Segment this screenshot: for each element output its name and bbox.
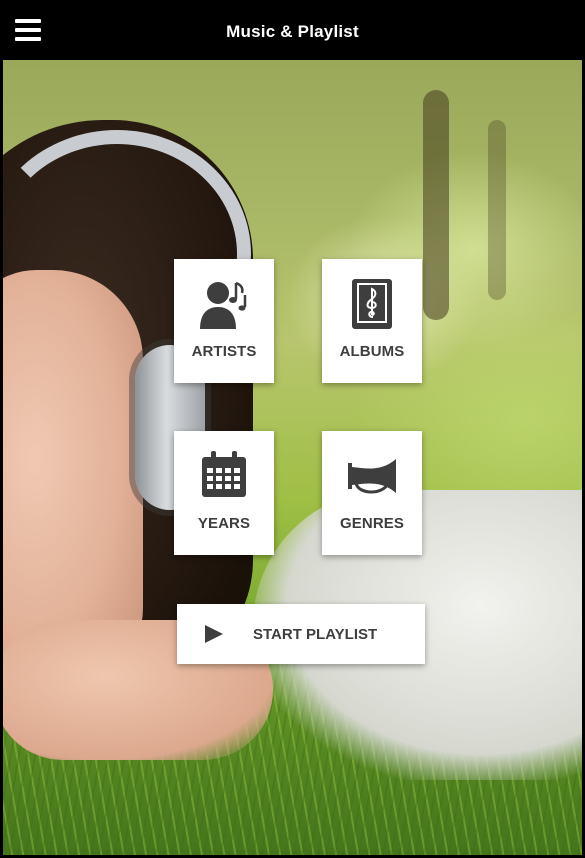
play-icon (205, 625, 223, 643)
calendar-icon (196, 449, 252, 503)
albums-label: ALBUMS (339, 343, 405, 360)
artist-music-icon (196, 277, 252, 331)
background-photo (3, 60, 582, 855)
album-book-clef-icon (344, 277, 400, 331)
years-tile[interactable]: YEARS (174, 431, 274, 555)
years-label: YEARS (197, 515, 251, 532)
horn-icon (344, 449, 400, 503)
artists-tile[interactable]: ARTISTS (174, 259, 274, 383)
genres-label: GENRES (340, 515, 404, 532)
albums-tile[interactable]: ALBUMS (322, 259, 422, 383)
start-playlist-button[interactable]: START PLAYLIST (177, 604, 425, 664)
top-app-bar: Music & Playlist (3, 3, 582, 60)
app-title: Music & Playlist (226, 21, 359, 41)
start-playlist-label: START PLAYLIST (253, 625, 378, 643)
hamburger-menu-icon[interactable] (15, 19, 41, 41)
artists-label: ARTISTS (191, 343, 257, 360)
genres-tile[interactable]: GENRES (322, 431, 422, 555)
app-frame: Music & Playlist ARTISTS ALBUMS YEARS GE… (0, 0, 585, 858)
